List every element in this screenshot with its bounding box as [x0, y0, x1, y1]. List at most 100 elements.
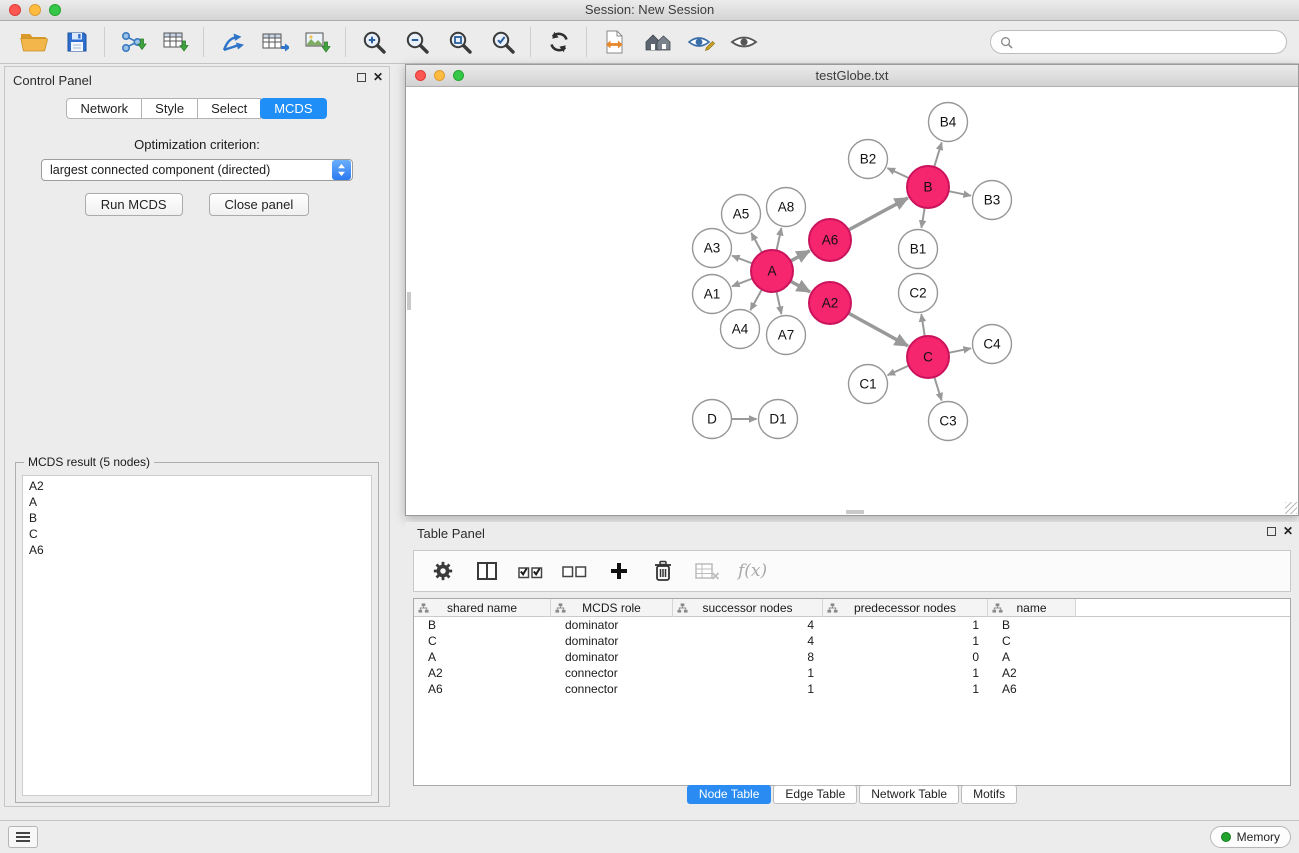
node-B4[interactable]: B4 — [929, 103, 968, 142]
tab-node-table[interactable]: Node Table — [687, 785, 772, 804]
dropdown-stepper-icon — [332, 160, 351, 180]
table-row[interactable]: Cdominator41C — [414, 633, 1290, 649]
svg-text:C3: C3 — [939, 414, 956, 429]
toggle-columns-button[interactable] — [470, 554, 504, 588]
resize-corner-handle[interactable] — [1285, 502, 1297, 514]
open-session-button[interactable] — [12, 24, 55, 60]
criterion-select[interactable]: largest connected component (directed) — [41, 159, 353, 181]
column-header[interactable]: shared name — [414, 599, 551, 617]
table-panel-title: Table Panel — [417, 526, 485, 541]
node-A1[interactable]: A1 — [693, 275, 732, 314]
close-table-panel-icon[interactable]: ✕ — [1283, 526, 1293, 537]
tab-network-table[interactable]: Network Table — [859, 785, 959, 804]
node-A4[interactable]: A4 — [721, 310, 760, 349]
main-toolbar — [0, 21, 1299, 64]
column-header-label: shared name — [447, 601, 517, 615]
tab-style[interactable]: Style — [141, 98, 198, 119]
deselect-all-button[interactable] — [558, 554, 592, 588]
memory-button[interactable]: Memory — [1210, 826, 1291, 848]
node-A2[interactable]: A2 — [809, 282, 851, 324]
zoom-fit-icon — [447, 29, 473, 55]
node-B2[interactable]: B2 — [849, 140, 888, 179]
node-B1[interactable]: B1 — [899, 230, 938, 269]
optimization-criterion-label: Optimization criterion: — [5, 137, 389, 152]
export-table-button[interactable] — [253, 24, 296, 60]
table-row[interactable]: A6connector11A6 — [414, 681, 1290, 697]
tab-select[interactable]: Select — [197, 98, 261, 119]
zoom-network-button[interactable] — [453, 70, 464, 81]
node-C2[interactable]: C2 — [899, 274, 938, 313]
select-all-button[interactable] — [514, 554, 548, 588]
column-header[interactable]: name — [988, 599, 1076, 617]
node-C[interactable]: C — [907, 336, 949, 378]
node-A6[interactable]: A6 — [809, 219, 851, 261]
import-network-file-button[interactable] — [111, 24, 154, 60]
add-column-button[interactable] — [602, 554, 636, 588]
column-header[interactable]: predecessor nodes — [823, 599, 988, 617]
delete-table-button[interactable] — [690, 554, 724, 588]
save-session-button[interactable] — [55, 24, 98, 60]
table-settings-button[interactable] — [426, 554, 460, 588]
column-header[interactable]: MCDS role — [551, 599, 673, 617]
table-row[interactable]: A2connector11A2 — [414, 665, 1290, 681]
network-view[interactable]: B4 B2 B B3 A5A8A6 B1 A3 A C2 A1 A2 A4A7 C4 C C1 C3 D D1 — [406, 87, 1298, 515]
zoom-selected-button[interactable] — [481, 24, 524, 60]
run-mcds-button[interactable]: Run MCDS — [85, 193, 183, 216]
result-item[interactable]: A2 — [23, 478, 371, 494]
refresh-layout-button[interactable] — [537, 24, 580, 60]
toggle-graphics-button[interactable] — [722, 24, 765, 60]
table-cell: A — [988, 649, 1076, 665]
node-A7[interactable]: A7 — [767, 316, 806, 355]
network-canvas[interactable]: B4 B2 B B3 A5A8A6 B1 A3 A C2 A1 A2 A4A7 C4 C C1 C3 D D1 — [406, 87, 1298, 515]
close-panel-icon[interactable]: ✕ — [373, 72, 383, 83]
tab-edge-table[interactable]: Edge Table — [773, 785, 857, 804]
search-input[interactable] — [1018, 35, 1277, 49]
node-C4[interactable]: C4 — [973, 325, 1012, 364]
splitter-grip[interactable] — [407, 292, 411, 310]
style-preview-button[interactable] — [679, 24, 722, 60]
tab-motifs[interactable]: Motifs — [961, 785, 1017, 804]
function-builder-button[interactable]: f(x) — [734, 561, 767, 581]
node-A[interactable]: A — [751, 250, 793, 292]
node-A8[interactable]: A8 — [767, 188, 806, 227]
home-button[interactable] — [636, 24, 679, 60]
column-header[interactable]: successor nodes — [673, 599, 823, 617]
tab-mcds[interactable]: MCDS — [260, 98, 326, 119]
node-C1[interactable]: C1 — [849, 365, 888, 404]
node-A3[interactable]: A3 — [693, 229, 732, 268]
node-B[interactable]: B — [907, 166, 949, 208]
table-cell: A — [414, 649, 551, 665]
minimize-window-button[interactable] — [29, 4, 41, 16]
table-row[interactable]: Adominator80A — [414, 649, 1290, 665]
zoom-in-button[interactable] — [352, 24, 395, 60]
search-box[interactable] — [990, 30, 1287, 54]
splitter-grip[interactable] — [846, 510, 864, 514]
node-D[interactable]: D — [693, 400, 732, 439]
close-panel-button[interactable]: Close panel — [209, 193, 310, 216]
close-window-button[interactable] — [9, 4, 21, 16]
node-A5[interactable]: A5 — [722, 195, 761, 234]
close-network-button[interactable] — [415, 70, 426, 81]
zoom-fit-button[interactable] — [438, 24, 481, 60]
node-D1[interactable]: D1 — [759, 400, 798, 439]
node-B3[interactable]: B3 — [973, 181, 1012, 220]
table-cell: connector — [551, 681, 673, 697]
export-image-button[interactable] — [296, 24, 339, 60]
result-item[interactable]: A6 — [23, 542, 371, 558]
float-table-panel-icon[interactable] — [1267, 527, 1276, 536]
minimize-network-button[interactable] — [434, 70, 445, 81]
zoom-window-button[interactable] — [49, 4, 61, 16]
import-table-file-button[interactable] — [154, 24, 197, 60]
open-document-button[interactable] — [593, 24, 636, 60]
new-network-button[interactable] — [210, 24, 253, 60]
result-item[interactable]: A — [23, 494, 371, 510]
result-item[interactable]: B — [23, 510, 371, 526]
float-panel-icon[interactable] — [357, 73, 366, 82]
result-item[interactable]: C — [23, 526, 371, 542]
delete-column-button[interactable] — [646, 554, 680, 588]
node-C3[interactable]: C3 — [929, 402, 968, 441]
show-panel-button[interactable] — [8, 826, 38, 848]
tab-network[interactable]: Network — [66, 98, 142, 119]
zoom-out-button[interactable] — [395, 24, 438, 60]
table-row[interactable]: Bdominator41B — [414, 617, 1290, 633]
